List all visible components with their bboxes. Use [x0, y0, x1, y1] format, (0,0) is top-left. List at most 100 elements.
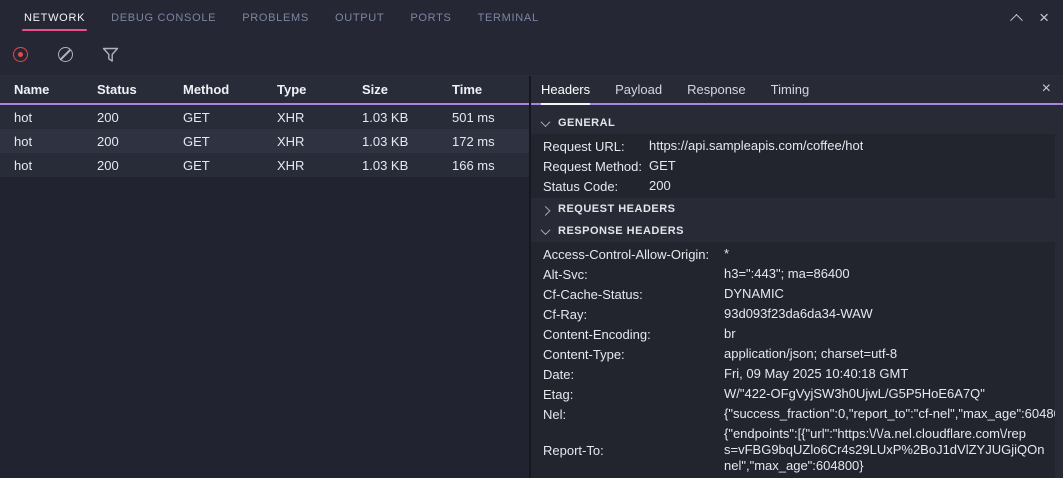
- cell-method: GET: [183, 134, 277, 149]
- section-general[interactable]: GENERAL: [531, 112, 1063, 134]
- kv-row: Cf-Ray: 93d093f23da6da34-WAW: [531, 304, 1055, 324]
- kv-key: Cf-Ray:: [543, 307, 724, 322]
- details-tab-bar: Headers Payload Response Timing ×: [531, 76, 1063, 105]
- table-row[interactable]: hot 200 GET XHR 1.03 KB 166 ms: [0, 153, 529, 177]
- kv-key: Content-Encoding:: [543, 327, 724, 342]
- requests-table-rows: hot 200 GET XHR 1.03 KB 501 ms hot 200 G…: [0, 105, 529, 177]
- cell-name: hot: [0, 134, 97, 149]
- cell-time: 501 ms: [452, 110, 529, 125]
- cell-status: 200: [97, 158, 183, 173]
- close-panel-icon[interactable]: ×: [1039, 9, 1049, 26]
- chevron-right-icon: [541, 205, 551, 215]
- panel-tab-bar: NETWORK DEBUG CONSOLE PROBLEMS OUTPUT PO…: [0, 0, 1063, 34]
- kv-value: *: [724, 244, 729, 264]
- kv-key: Content-Type:: [543, 347, 724, 362]
- kv-row: Content-Type: application/json; charset=…: [531, 344, 1055, 364]
- network-toolbar: [0, 34, 1063, 76]
- tab-debug-console[interactable]: DEBUG CONSOLE: [111, 2, 216, 33]
- kv-row: Date: Fri, 09 May 2025 10:40:18 GMT: [531, 364, 1055, 384]
- kv-key: Status Code:: [543, 179, 649, 194]
- chevron-down-icon: [541, 117, 551, 127]
- kv-value: DYNAMIC: [724, 284, 784, 304]
- cell-method: GET: [183, 158, 277, 173]
- cell-name: hot: [0, 110, 97, 125]
- cell-name: hot: [0, 158, 97, 173]
- cell-status: 200: [97, 110, 183, 125]
- column-header-status[interactable]: Status: [97, 82, 183, 97]
- requests-table-header: Name Status Method Type Size Time: [0, 76, 529, 105]
- kv-key: Request Method:: [543, 159, 649, 174]
- chevron-down-icon: [541, 225, 551, 235]
- kv-row: Status Code: 200: [531, 176, 1055, 196]
- close-details-icon[interactable]: ×: [1042, 81, 1051, 97]
- table-row[interactable]: hot 200 GET XHR 1.03 KB 501 ms: [0, 105, 529, 129]
- filter-icon: [102, 47, 119, 63]
- kv-value: h3=":443"; ma=86400: [724, 264, 850, 284]
- section-response-headers-title: RESPONSE HEADERS: [558, 225, 684, 237]
- cell-size: 1.03 KB: [362, 158, 452, 173]
- column-header-time[interactable]: Time: [452, 82, 529, 97]
- table-row[interactable]: hot 200 GET XHR 1.03 KB 172 ms: [0, 129, 529, 153]
- kv-key: Access-Control-Allow-Origin:: [543, 247, 724, 262]
- panel-window-controls: ×: [1012, 0, 1049, 34]
- network-panel-body: Name Status Method Type Size Time hot 20…: [0, 76, 1063, 478]
- kv-value: https://api.sampleapis.com/coffee/hot: [649, 136, 863, 156]
- maximize-panel-icon[interactable]: [1010, 13, 1023, 26]
- kv-key: Etag:: [543, 387, 724, 402]
- tab-problems[interactable]: PROBLEMS: [242, 2, 309, 33]
- kv-value: application/json; charset=utf-8: [724, 344, 897, 364]
- section-general-title: GENERAL: [558, 117, 615, 129]
- kv-row: Etag: W/"422-OFgVyjSW3h0UjwL/G5P5HoE6A7Q…: [531, 384, 1055, 404]
- kv-key: Cf-Cache-Status:: [543, 287, 724, 302]
- section-request-headers-title: REQUEST HEADERS: [558, 203, 676, 215]
- kv-value: Fri, 09 May 2025 10:40:18 GMT: [724, 364, 908, 384]
- clear-button[interactable]: [51, 41, 79, 69]
- tab-terminal[interactable]: TERMINAL: [478, 2, 539, 33]
- clear-icon: [58, 47, 73, 62]
- record-button[interactable]: [6, 41, 34, 69]
- tab-payload[interactable]: Payload: [615, 76, 662, 103]
- column-header-type[interactable]: Type: [277, 82, 362, 97]
- kv-value: {"endpoints":[{"url":"https:\/\/a.nel.cl…: [724, 424, 1044, 476]
- kv-key: Date:: [543, 367, 724, 382]
- cell-method: GET: [183, 110, 277, 125]
- kv-row: Report-To: {"endpoints":[{"url":"https:\…: [531, 424, 1055, 476]
- general-block: Request URL: https://api.sampleapis.com/…: [531, 134, 1055, 198]
- section-response-headers[interactable]: RESPONSE HEADERS: [531, 220, 1063, 242]
- column-header-size[interactable]: Size: [362, 82, 452, 97]
- kv-key: Request URL:: [543, 139, 649, 154]
- kv-value: W/"422-OFgVyjSW3h0UjwL/G5P5HoE6A7Q": [724, 384, 985, 404]
- kv-key: Alt-Svc:: [543, 267, 724, 282]
- kv-row: Nel: {"success_fraction":0,"report_to":"…: [531, 404, 1055, 424]
- kv-row: Content-Encoding: br: [531, 324, 1055, 344]
- cell-status: 200: [97, 134, 183, 149]
- tab-ports[interactable]: PORTS: [410, 2, 451, 33]
- kv-row: Request Method: GET: [531, 156, 1055, 176]
- kv-row: Access-Control-Allow-Origin: *: [531, 244, 1055, 264]
- cell-type: XHR: [277, 110, 362, 125]
- tab-output[interactable]: OUTPUT: [335, 2, 384, 33]
- tab-response[interactable]: Response: [687, 76, 746, 103]
- requests-table: Name Status Method Type Size Time hot 20…: [0, 76, 531, 478]
- column-header-name[interactable]: Name: [0, 82, 97, 97]
- cell-time: 172 ms: [452, 134, 529, 149]
- response-headers-block: Access-Control-Allow-Origin: * Alt-Svc: …: [531, 242, 1055, 478]
- tab-network[interactable]: NETWORK: [24, 2, 85, 33]
- kv-row: Alt-Svc: h3=":443"; ma=86400: [531, 264, 1055, 284]
- tab-headers[interactable]: Headers: [541, 76, 590, 103]
- record-icon: [13, 47, 28, 62]
- cell-type: XHR: [277, 134, 362, 149]
- kv-value: 200: [649, 176, 671, 196]
- kv-value: br: [724, 324, 736, 344]
- cell-size: 1.03 KB: [362, 110, 452, 125]
- filter-button[interactable]: [96, 41, 124, 69]
- tab-timing[interactable]: Timing: [771, 76, 810, 103]
- kv-row: Request URL: https://api.sampleapis.com/…: [531, 136, 1055, 156]
- cell-time: 166 ms: [452, 158, 529, 173]
- column-header-method[interactable]: Method: [183, 82, 277, 97]
- request-details-pane: Headers Payload Response Timing × GENERA…: [531, 76, 1063, 478]
- section-request-headers[interactable]: REQUEST HEADERS: [531, 198, 1063, 220]
- cell-size: 1.03 KB: [362, 134, 452, 149]
- kv-key: Nel:: [543, 407, 724, 422]
- kv-key: Report-To:: [543, 443, 724, 458]
